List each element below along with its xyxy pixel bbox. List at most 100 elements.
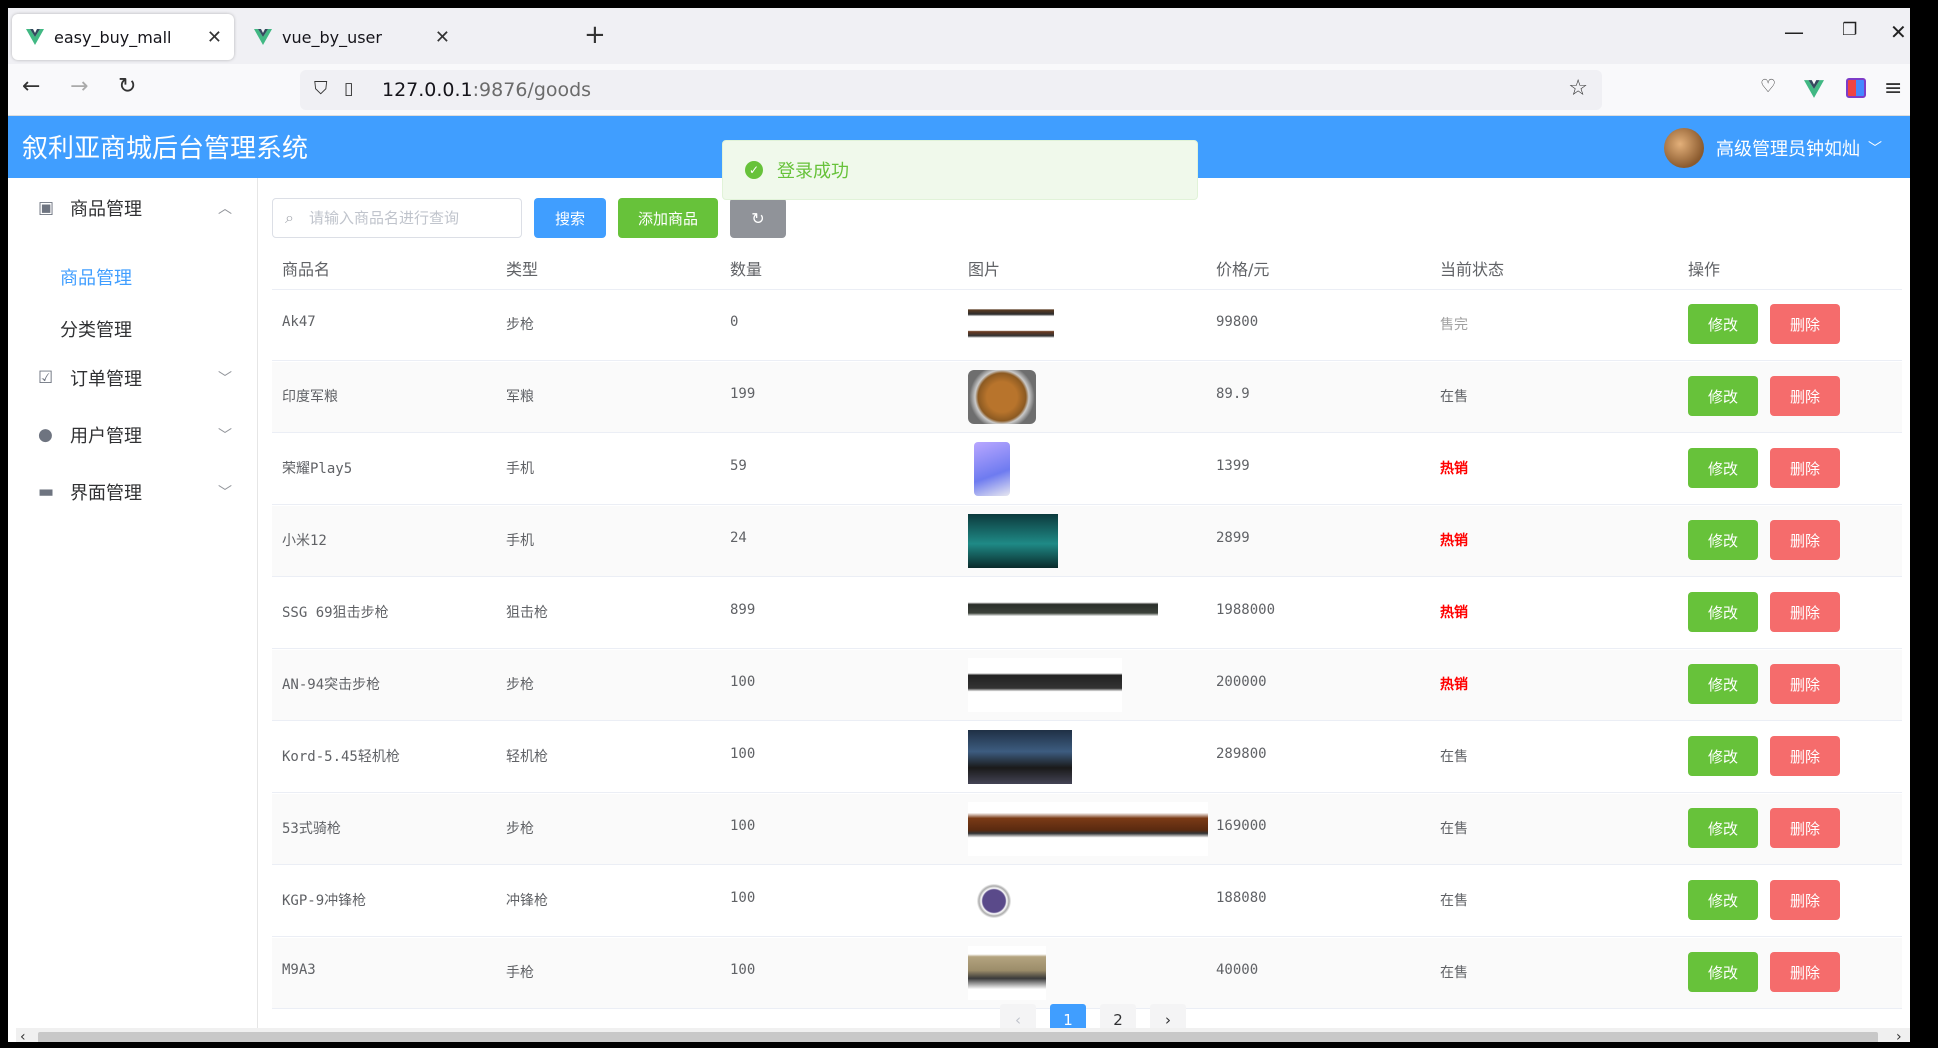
new-tab-button[interactable]: + [584, 22, 606, 48]
search-box[interactable]: ⌕ [272, 198, 522, 238]
delete-button[interactable]: 删除 [1770, 592, 1840, 632]
edit-button[interactable]: 修改 [1688, 952, 1758, 992]
goods-type: 手机 [506, 533, 534, 549]
search-input[interactable] [309, 207, 509, 229]
delete-button[interactable]: 删除 [1770, 376, 1840, 416]
close-tab-icon[interactable]: ✕ [435, 27, 450, 48]
delete-button[interactable]: 删除 [1770, 520, 1840, 560]
sidebar-item-interface[interactable]: ▬ 界面管理 ﹀ [8, 464, 258, 520]
sidebar-subitem-goods[interactable]: 商品管理 [60, 264, 132, 290]
scroll-left-icon[interactable]: ‹ [20, 1029, 26, 1042]
edit-button[interactable]: 修改 [1688, 736, 1758, 776]
edit-button[interactable]: 修改 [1688, 520, 1758, 560]
minimize-icon[interactable]: — [1784, 20, 1804, 44]
forward-icon[interactable]: → [70, 74, 88, 99]
chevron-up-icon: ︿ [218, 201, 232, 217]
monitor-icon: ▬ [38, 482, 55, 502]
edit-button[interactable]: 修改 [1688, 880, 1758, 920]
chevron-down-icon: ﹀ [218, 485, 232, 501]
col-name: 商品名 [282, 260, 331, 279]
url-host: 127.0.0.1 [382, 79, 473, 101]
back-icon[interactable]: ← [22, 74, 40, 99]
chevron-right-icon: › [1165, 1011, 1171, 1029]
table-row: SSG 69狙击步枪 狙击枪 899 1988000 热销 修改 删除 [272, 578, 1902, 649]
url-path: :9876/goods [472, 79, 592, 101]
restore-icon[interactable]: ❐ [1842, 20, 1857, 40]
tab-title: vue_by_user [282, 27, 382, 47]
chevron-left-icon: ‹ [1015, 1011, 1021, 1029]
edit-button[interactable]: 修改 [1688, 448, 1758, 488]
scrollbar-thumb[interactable] [38, 1032, 1878, 1042]
goods-name: SSG 69狙击步枪 [282, 605, 389, 621]
carbine-image [968, 802, 1208, 856]
edit-button[interactable]: 修改 [1688, 808, 1758, 848]
sidebar-item-orders[interactable]: ☑ 订单管理 ﹀ [8, 350, 258, 406]
table-row: 荣耀Play5 手机 59 1399 热销 修改 删除 [272, 434, 1902, 505]
sidebar-item-goods[interactable]: ▣ 商品管理 ︿ [8, 180, 258, 236]
goods-qty: 100 [730, 818, 756, 834]
table-row: KGP-9冲锋枪 冲锋枪 100 188080 在售 修改 删除 [272, 866, 1902, 937]
goods-price: 169000 [1216, 818, 1267, 834]
horizontal-scrollbar[interactable]: ‹ › [16, 1028, 1910, 1042]
goods-type: 狙击枪 [506, 605, 548, 621]
tab-vue-by-user[interactable]: vue_by_user ✕ [240, 14, 462, 60]
extension-icon[interactable] [1846, 78, 1866, 98]
edit-button[interactable]: 修改 [1688, 664, 1758, 704]
goods-price: 188080 [1216, 890, 1267, 906]
edit-button[interactable]: 修改 [1688, 376, 1758, 416]
delete-button[interactable]: 删除 [1770, 952, 1840, 992]
goods-type: 军粮 [506, 389, 534, 405]
goods-qty: 0 [730, 314, 739, 330]
sidebar-item-users[interactable]: ● 用户管理 ﹀ [8, 407, 258, 463]
pocket-icon[interactable]: ♡ [1760, 76, 1776, 97]
chevron-down-icon: ﹀ [218, 371, 232, 387]
goods-type: 轻机枪 [506, 749, 548, 765]
phone-image [974, 442, 1010, 496]
goods-name: M9A3 [282, 962, 316, 978]
table-row: Ak47 步枪 0 99800 售完 修改 删除 [272, 290, 1902, 361]
delete-button[interactable]: 删除 [1770, 664, 1840, 704]
status-badge: 在售 [1440, 821, 1468, 837]
user-dropdown[interactable]: 高级管理员钟如灿 ﹀ [1664, 128, 1882, 168]
delete-button[interactable]: 删除 [1770, 880, 1840, 920]
reload-icon[interactable]: ↻ [118, 74, 136, 99]
url-text[interactable]: 127.0.0.1:9876/goods [382, 79, 591, 101]
search-button[interactable]: 搜索 [534, 198, 606, 238]
close-tab-icon[interactable]: ✕ [207, 27, 222, 48]
food-bowl-image [968, 370, 1036, 424]
assault-rifle-image [968, 658, 1122, 712]
table-header: 商品名 类型 数量 图片 价格/元 当前状态 操作 [272, 242, 1902, 290]
delete-button[interactable]: 删除 [1770, 808, 1840, 848]
goods-qty: 100 [730, 674, 756, 690]
goods-price: 40000 [1216, 962, 1259, 978]
address-bar[interactable]: ⛉ ▯ 127.0.0.1:9876/goods ☆ [300, 70, 1602, 110]
goods-type: 步枪 [506, 677, 534, 693]
smg-image [968, 874, 1020, 928]
vue-devtools-icon[interactable] [1804, 80, 1824, 98]
delete-button[interactable]: 删除 [1770, 448, 1840, 488]
vue-icon [26, 29, 44, 45]
sidebar-subitem-category[interactable]: 分类管理 [60, 316, 132, 342]
goods-type: 手枪 [506, 965, 534, 981]
shield-icon[interactable]: ⛉ [314, 78, 328, 99]
status-badge: 在售 [1440, 893, 1468, 909]
delete-button[interactable]: 删除 [1770, 304, 1840, 344]
delete-button[interactable]: 删除 [1770, 736, 1840, 776]
close-window-icon[interactable]: ✕ [1890, 20, 1907, 44]
tab-easy-buy-mall[interactable]: easy_buy_mall ✕ [12, 14, 234, 60]
scroll-right-icon[interactable]: › [1896, 1029, 1902, 1042]
browser-window: easy_buy_mall ✕ vue_by_user ✕ + — ❐ ✕ ← … [8, 8, 1910, 1042]
menu-icon[interactable]: ≡ [1884, 76, 1902, 101]
goods-price: 1399 [1216, 458, 1250, 474]
table-row: M9A3 手枪 100 40000 在售 修改 删除 [272, 938, 1902, 1009]
edit-button[interactable]: 修改 [1688, 592, 1758, 632]
add-goods-button[interactable]: 添加商品 [618, 198, 718, 238]
status-badge: 热销 [1440, 677, 1468, 693]
refresh-button[interactable]: ↻ [730, 198, 786, 238]
goods-type: 步枪 [506, 317, 534, 333]
edit-button[interactable]: 修改 [1688, 304, 1758, 344]
bookmark-star-icon[interactable]: ☆ [1568, 76, 1588, 101]
status-badge: 在售 [1440, 965, 1468, 981]
tab-strip: easy_buy_mall ✕ vue_by_user ✕ + — ❐ ✕ [8, 8, 1910, 64]
goods-price: 99800 [1216, 314, 1259, 330]
